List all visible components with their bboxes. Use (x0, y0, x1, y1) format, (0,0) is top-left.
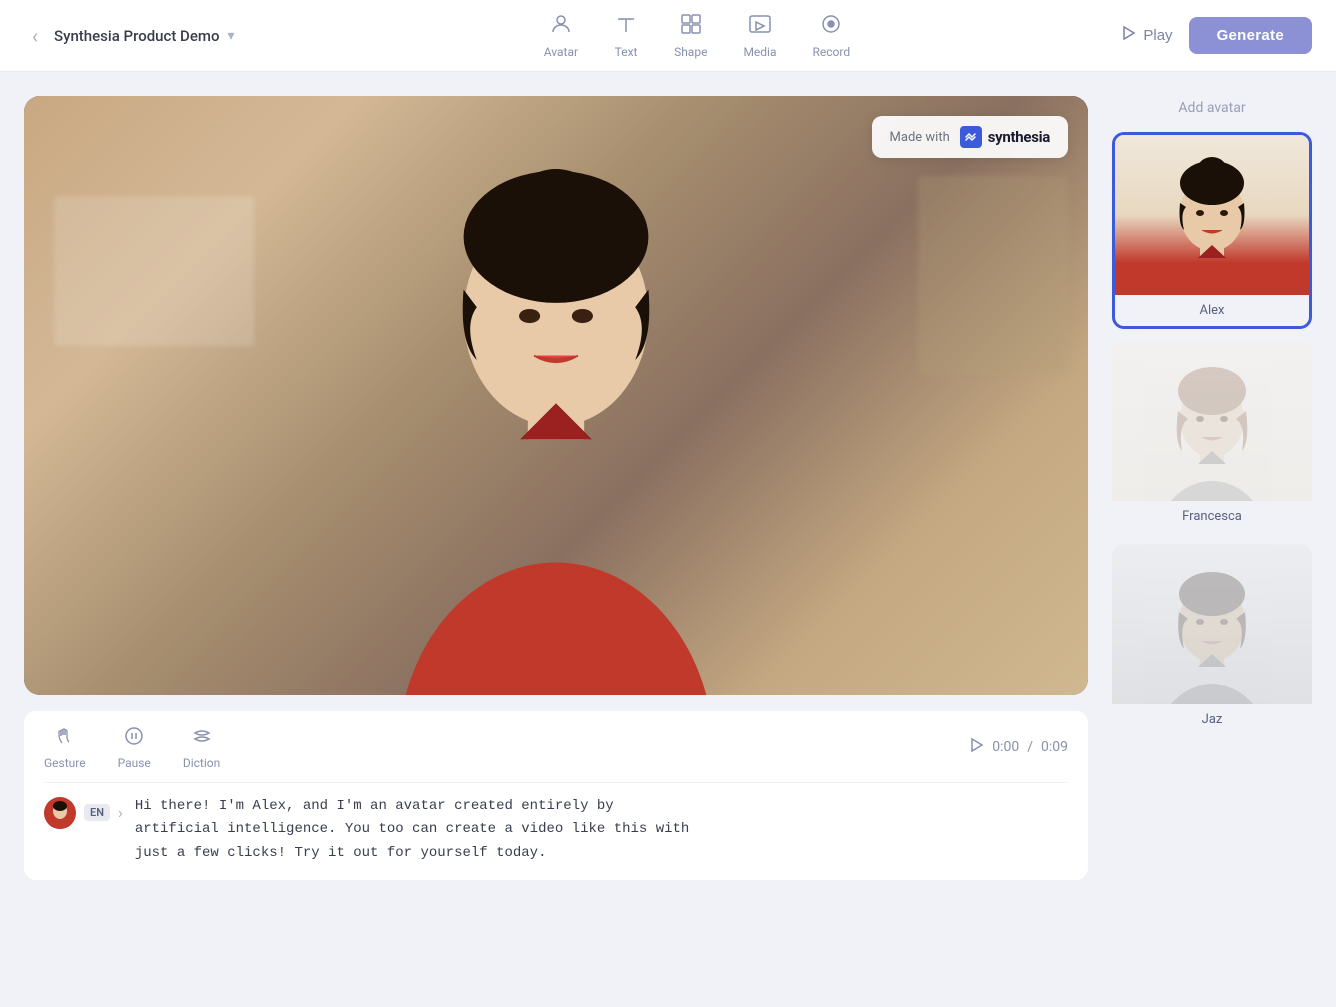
time-separator: / (1027, 739, 1033, 755)
generate-button[interactable]: Generate (1189, 17, 1312, 54)
time-play-icon (968, 737, 984, 757)
media-tool-label: Media (743, 45, 776, 59)
controls-panel: Gesture Pause (24, 711, 1088, 880)
avatar-card-alex[interactable]: Alex (1112, 132, 1312, 329)
media-tool-icon (748, 12, 772, 41)
text-tool-icon (614, 12, 638, 41)
diction-label: Diction (183, 756, 220, 770)
navbar: ‹ Synthesia Product Demo ▾ Avatar Text (0, 0, 1336, 72)
play-icon (1119, 24, 1137, 47)
synthesia-logo: synthesia (960, 126, 1050, 148)
tool-record[interactable]: Record (813, 12, 851, 59)
back-button[interactable]: ‹ (24, 16, 46, 56)
right-sidebar: Add avatar (1112, 96, 1312, 983)
jaz-avatar-svg (1132, 544, 1292, 704)
watermark-badge: Made with synthesia (872, 116, 1068, 158)
diction-button[interactable]: Diction (183, 725, 220, 770)
nav-right-actions: Play Generate (1119, 17, 1312, 54)
tool-shape[interactable]: Shape (674, 12, 707, 59)
play-label: Play (1143, 27, 1172, 44)
pause-button[interactable]: Pause (118, 725, 151, 770)
shape-tool-icon (679, 12, 703, 41)
avatar-svg (306, 96, 806, 695)
pause-icon (123, 725, 145, 752)
avatar-card-francesca[interactable]: Francesca (1112, 341, 1312, 532)
left-panel: Made with synthesia (24, 96, 1088, 983)
video-preview: Made with synthesia (24, 96, 1088, 695)
synthesia-icon (960, 126, 982, 148)
tool-avatar[interactable]: Avatar (544, 12, 578, 59)
avatar-tool-label: Avatar (544, 45, 578, 59)
script-text[interactable]: Hi there! I'm Alex, and I'm an avatar cr… (135, 795, 1068, 866)
time-current: 0:00 (992, 739, 1019, 755)
watermark-made-with: Made with (890, 130, 950, 145)
synthesia-brand-name: synthesia (988, 128, 1050, 146)
bg-decor-left (54, 196, 254, 346)
francesca-avatar-image (1112, 341, 1312, 501)
project-title-area: Synthesia Product Demo ▾ (54, 27, 234, 45)
francesca-avatar-svg (1132, 341, 1292, 501)
add-avatar-title: Add avatar (1112, 96, 1312, 120)
script-meta: EN › (44, 797, 123, 829)
shape-tool-label: Shape (674, 45, 707, 59)
record-tool-icon (819, 12, 843, 41)
record-tool-label: Record (813, 45, 851, 59)
alex-avatar-name: Alex (1115, 295, 1309, 326)
gesture-icon (54, 725, 76, 752)
time-total: 0:09 (1041, 739, 1068, 755)
alex-avatar-image (1115, 135, 1309, 295)
project-title: Synthesia Product Demo (54, 27, 219, 45)
bg-decor-right (918, 176, 1068, 376)
gesture-label: Gesture (44, 756, 86, 770)
francesca-avatar-name: Francesca (1112, 501, 1312, 532)
script-area: EN › Hi there! I'm Alex, and I'm an avat… (44, 783, 1068, 866)
avatar-tool-icon (549, 12, 573, 41)
jaz-avatar-image (1112, 544, 1312, 704)
text-tool-label: Text (615, 45, 638, 59)
script-avatar-thumb (44, 797, 76, 829)
pause-label: Pause (118, 756, 151, 770)
script-avatar-svg (44, 797, 76, 829)
tool-media[interactable]: Media (743, 12, 776, 59)
gesture-button[interactable]: Gesture (44, 725, 86, 770)
alex-avatar-svg (1132, 135, 1292, 295)
avatar-card-jaz[interactable]: Jaz (1112, 544, 1312, 735)
controls-top-bar: Gesture Pause (44, 725, 1068, 783)
main-content: Made with synthesia (0, 72, 1336, 1007)
language-badge: EN (84, 804, 110, 821)
tool-text[interactable]: Text (614, 12, 638, 59)
jaz-avatar-name: Jaz (1112, 704, 1312, 735)
title-chevron-icon[interactable]: ▾ (227, 28, 234, 44)
diction-icon (191, 725, 213, 752)
script-chevron-icon[interactable]: › (118, 803, 123, 822)
control-buttons-group: Gesture Pause (44, 725, 220, 770)
time-display: 0:00 / 0:09 (968, 737, 1068, 757)
video-background: Made with synthesia (24, 96, 1088, 695)
toolbar: Avatar Text Shape Media (275, 12, 1120, 59)
play-button[interactable]: Play (1119, 24, 1172, 47)
